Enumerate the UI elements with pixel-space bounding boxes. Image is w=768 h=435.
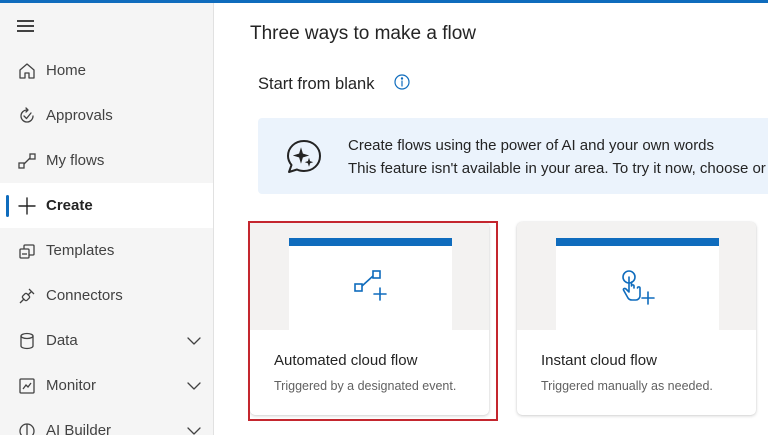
sidebar-item-monitor[interactable]: Monitor — [0, 363, 213, 408]
sidebar-item-label: Home — [46, 62, 87, 79]
main-content: Three ways to make a flow Start from bla… — [215, 3, 768, 435]
page-title: Three ways to make a flow — [250, 23, 476, 44]
sidebar-item-approvals[interactable]: Approvals — [0, 93, 213, 138]
sidebar-item-label: AI Builder — [46, 422, 112, 435]
sidebar: Home Approvals My flows Create Templates — [0, 3, 214, 435]
sidebar-item-templates[interactable]: Templates — [0, 228, 213, 273]
home-icon — [19, 63, 35, 79]
card-illustration — [556, 238, 719, 330]
card-thumbnail — [517, 222, 756, 330]
sidebar-item-label: Approvals — [46, 107, 113, 124]
instant-cloud-flow-card[interactable]: Instant cloud flow Triggered manually as… — [517, 222, 756, 415]
flow-icon — [18, 153, 36, 169]
sidebar-item-label: My flows — [46, 152, 105, 169]
plus-icon — [18, 197, 36, 215]
card-title: Automated cloud flow — [274, 352, 418, 369]
sidebar-item-connectors[interactable]: Connectors — [0, 273, 213, 318]
banner-message: This feature isn't available in your are… — [348, 160, 766, 177]
sidebar-item-ai-builder[interactable]: AI Builder — [0, 408, 213, 435]
templates-icon — [19, 244, 35, 259]
card-description: Triggered manually as needed. — [541, 379, 713, 393]
sidebar-item-label: Create — [46, 197, 93, 214]
monitor-icon — [19, 378, 35, 394]
connector-icon — [19, 288, 35, 304]
sidebar-item-label: Data — [46, 332, 78, 349]
sidebar-item-label: Monitor — [46, 377, 97, 394]
sidebar-item-my-flows[interactable]: My flows — [0, 138, 213, 183]
chevron-down-icon[interactable] — [185, 377, 203, 395]
hamburger-menu-icon[interactable] — [16, 17, 36, 33]
info-icon[interactable] — [393, 73, 411, 91]
ai-copilot-banner: Create flows using the power of AI and y… — [258, 118, 768, 194]
sidebar-item-label: Connectors — [46, 287, 123, 304]
sidebar-item-data[interactable]: Data — [0, 318, 213, 363]
automated-flow-icon — [354, 270, 387, 301]
chevron-down-icon[interactable] — [185, 422, 203, 435]
card-title: Instant cloud flow — [541, 352, 657, 369]
sidebar-item-create[interactable]: Create — [0, 183, 213, 228]
card-description: Triggered by a designated event. — [274, 379, 457, 393]
card-thumbnail — [250, 222, 489, 330]
automated-cloud-flow-card[interactable]: Automated cloud flow Triggered by a desi… — [250, 222, 489, 415]
chat-sparkle-icon — [287, 140, 321, 173]
sidebar-item-home[interactable]: Home — [0, 48, 213, 93]
section-title: Start from blank — [258, 75, 375, 93]
sidebar-item-label: Templates — [46, 242, 115, 259]
active-indicator — [6, 195, 9, 217]
touch-icon — [622, 270, 655, 305]
database-icon — [20, 332, 34, 350]
card-illustration — [289, 238, 452, 330]
ai-builder-icon — [19, 423, 35, 435]
approvals-icon — [20, 107, 34, 123]
chevron-down-icon[interactable] — [185, 332, 203, 350]
banner-title: Create flows using the power of AI and y… — [348, 137, 715, 154]
